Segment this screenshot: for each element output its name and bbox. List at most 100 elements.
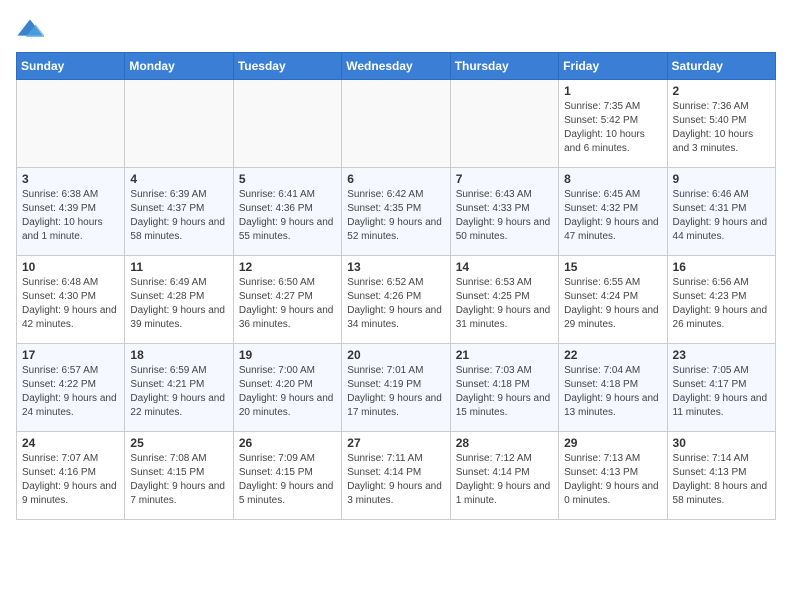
calendar-cell: 15 Sunrise: 6:55 AM Sunset: 4:24 PM Dayli… [559,256,667,344]
day-number: 2 [673,84,770,98]
day-info: Sunrise: 7:01 AM Sunset: 4:19 PM Dayligh… [347,364,444,420]
calendar-cell: 14 Sunrise: 6:53 AM Sunset: 4:25 PM Dayli… [450,256,558,344]
calendar-cell: 11 Sunrise: 6:49 AM Sunset: 4:28 PM Dayli… [125,256,233,344]
calendar-cell: 3 Sunrise: 6:38 AM Sunset: 4:39 PM Daylig… [17,168,125,256]
calendar-cell: 17 Sunrise: 6:57 AM Sunset: 4:22 PM Dayli… [17,344,125,432]
day-number: 24 [22,436,119,450]
day-info: Sunrise: 6:50 AM Sunset: 4:27 PM Dayligh… [239,276,336,332]
day-info: Sunrise: 7:07 AM Sunset: 4:16 PM Dayligh… [22,452,119,508]
day-number: 1 [564,84,661,98]
calendar-week-row: 24 Sunrise: 7:07 AM Sunset: 4:16 PM Dayli… [17,432,776,520]
day-number: 4 [130,172,227,186]
day-info: Sunrise: 7:11 AM Sunset: 4:14 PM Dayligh… [347,452,444,508]
day-info: Sunrise: 6:42 AM Sunset: 4:35 PM Dayligh… [347,188,444,244]
day-info: Sunrise: 7:12 AM Sunset: 4:14 PM Dayligh… [456,452,553,508]
day-number: 30 [673,436,770,450]
day-number: 28 [456,436,553,450]
day-info: Sunrise: 7:14 AM Sunset: 4:13 PM Dayligh… [673,452,770,508]
calendar-cell [233,80,341,168]
day-info: Sunrise: 6:38 AM Sunset: 4:39 PM Dayligh… [22,188,119,244]
day-number: 23 [673,348,770,362]
day-info: Sunrise: 6:59 AM Sunset: 4:21 PM Dayligh… [130,364,227,420]
day-number: 8 [564,172,661,186]
calendar-cell: 18 Sunrise: 6:59 AM Sunset: 4:21 PM Dayli… [125,344,233,432]
day-info: Sunrise: 6:45 AM Sunset: 4:32 PM Dayligh… [564,188,661,244]
day-number: 19 [239,348,336,362]
day-number: 21 [456,348,553,362]
day-number: 10 [22,260,119,274]
day-info: Sunrise: 7:03 AM Sunset: 4:18 PM Dayligh… [456,364,553,420]
day-number: 14 [456,260,553,274]
calendar-cell: 5Sunrise: 6:41 AM Sunset: 4:36 PM Daylig… [233,168,341,256]
day-number: 17 [22,348,119,362]
calendar-cell: 21 Sunrise: 7:03 AM Sunset: 4:18 PM Dayli… [450,344,558,432]
calendar-cell: 27 Sunrise: 7:11 AM Sunset: 4:14 PM Dayli… [342,432,450,520]
calendar-cell: 22 Sunrise: 7:04 AM Sunset: 4:18 PM Dayli… [559,344,667,432]
day-number: 11 [130,260,227,274]
calendar-cell [17,80,125,168]
day-number: 5 [239,172,336,186]
calendar-cell: 24 Sunrise: 7:07 AM Sunset: 4:16 PM Dayli… [17,432,125,520]
column-header-wednesday: Wednesday [342,53,450,80]
logo [16,16,48,44]
logo-icon [16,16,44,44]
day-info: Sunrise: 7:13 AM Sunset: 4:13 PM Dayligh… [564,452,661,508]
day-number: 3 [22,172,119,186]
day-info: Sunrise: 6:49 AM Sunset: 4:28 PM Dayligh… [130,276,227,332]
day-info: Sunrise: 6:53 AM Sunset: 4:25 PM Dayligh… [456,276,553,332]
calendar-cell: 28 Sunrise: 7:12 AM Sunset: 4:14 PM Dayli… [450,432,558,520]
day-info: Sunrise: 6:55 AM Sunset: 4:24 PM Dayligh… [564,276,661,332]
day-number: 20 [347,348,444,362]
day-number: 12 [239,260,336,274]
calendar-cell: 25Sunrise: 7:08 AM Sunset: 4:15 PM Dayli… [125,432,233,520]
day-info: Sunrise: 7:09 AM Sunset: 4:15 PM Dayligh… [239,452,336,508]
calendar-cell: 7 Sunrise: 6:43 AM Sunset: 4:33 PM Daylig… [450,168,558,256]
day-info: Sunrise: 6:57 AM Sunset: 4:22 PM Dayligh… [22,364,119,420]
calendar-cell: 13 Sunrise: 6:52 AM Sunset: 4:26 PM Dayli… [342,256,450,344]
day-number: 16 [673,260,770,274]
calendar-week-row: 1Sunrise: 7:35 AM Sunset: 5:42 PM Daylig… [17,80,776,168]
calendar-cell: 19 Sunrise: 7:00 AM Sunset: 4:20 PM Dayli… [233,344,341,432]
calendar-cell: 29 Sunrise: 7:13 AM Sunset: 4:13 PM Dayli… [559,432,667,520]
calendar-week-row: 10 Sunrise: 6:48 AM Sunset: 4:30 PM Dayli… [17,256,776,344]
day-number: 29 [564,436,661,450]
day-info: Sunrise: 6:56 AM Sunset: 4:23 PM Dayligh… [673,276,770,332]
day-number: 9 [673,172,770,186]
calendar-cell: 26 Sunrise: 7:09 AM Sunset: 4:15 PM Dayli… [233,432,341,520]
day-info: Sunrise: 6:46 AM Sunset: 4:31 PM Dayligh… [673,188,770,244]
calendar-cell: 2Sunrise: 7:36 AM Sunset: 5:40 PM Daylig… [667,80,775,168]
column-header-sunday: Sunday [17,53,125,80]
column-header-friday: Friday [559,53,667,80]
calendar-table: SundayMondayTuesdayWednesdayThursdayFrid… [16,52,776,520]
calendar-cell [450,80,558,168]
calendar-cell: 12 Sunrise: 6:50 AM Sunset: 4:27 PM Dayli… [233,256,341,344]
day-info: Sunrise: 6:43 AM Sunset: 4:33 PM Dayligh… [456,188,553,244]
day-number: 18 [130,348,227,362]
calendar-week-row: 3 Sunrise: 6:38 AM Sunset: 4:39 PM Daylig… [17,168,776,256]
calendar-cell [342,80,450,168]
day-info: Sunrise: 6:48 AM Sunset: 4:30 PM Dayligh… [22,276,119,332]
day-number: 27 [347,436,444,450]
calendar-week-row: 17 Sunrise: 6:57 AM Sunset: 4:22 PM Dayli… [17,344,776,432]
day-number: 22 [564,348,661,362]
day-info: Sunrise: 7:00 AM Sunset: 4:20 PM Dayligh… [239,364,336,420]
day-info: Sunrise: 7:05 AM Sunset: 4:17 PM Dayligh… [673,364,770,420]
day-number: 7 [456,172,553,186]
day-number: 13 [347,260,444,274]
day-info: Sunrise: 6:52 AM Sunset: 4:26 PM Dayligh… [347,276,444,332]
day-info: Sunrise: 7:04 AM Sunset: 4:18 PM Dayligh… [564,364,661,420]
calendar-header-row: SundayMondayTuesdayWednesdayThursdayFrid… [17,53,776,80]
calendar-cell: 16 Sunrise: 6:56 AM Sunset: 4:23 PM Dayli… [667,256,775,344]
day-number: 15 [564,260,661,274]
calendar-cell: 30 Sunrise: 7:14 AM Sunset: 4:13 PM Dayli… [667,432,775,520]
calendar-cell: 4Sunrise: 6:39 AM Sunset: 4:37 PM Daylig… [125,168,233,256]
day-number: 26 [239,436,336,450]
column-header-thursday: Thursday [450,53,558,80]
calendar-cell: 1Sunrise: 7:35 AM Sunset: 5:42 PM Daylig… [559,80,667,168]
calendar-cell: 10 Sunrise: 6:48 AM Sunset: 4:30 PM Dayli… [17,256,125,344]
calendar-cell [125,80,233,168]
calendar-cell: 6Sunrise: 6:42 AM Sunset: 4:35 PM Daylig… [342,168,450,256]
day-number: 25 [130,436,227,450]
column-header-tuesday: Tuesday [233,53,341,80]
calendar-cell: 9 Sunrise: 6:46 AM Sunset: 4:31 PM Daylig… [667,168,775,256]
